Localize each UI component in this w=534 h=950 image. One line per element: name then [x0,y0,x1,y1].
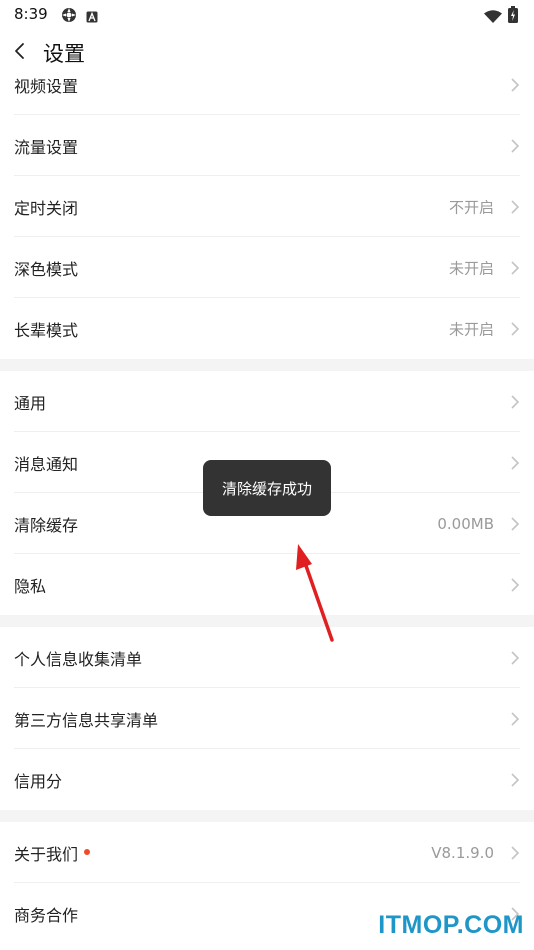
chevron-right-icon [510,260,520,276]
status-bar: 8:39 [0,0,534,30]
settings-row-credit-score[interactable]: 信用分 [0,749,534,810]
row-label: 消息通知 [14,454,79,474]
row-label: 商务合作 [14,905,79,925]
section-gap [0,359,534,371]
settings-row-general[interactable]: 通用 [0,371,534,432]
settings-like-icon [60,7,78,27]
row-label: 信用分 [14,771,63,791]
annotation-arrow-icon [290,542,340,648]
row-label: 隐私 [14,576,47,596]
chevron-right-icon [510,711,520,727]
chevron-right-icon [510,455,520,471]
row-label: 定时关闭 [14,198,79,218]
row-value: 未开启 [448,259,494,277]
version-value: V8.1.9.0 [431,843,494,862]
chevron-right-icon [510,650,520,666]
cache-size: 0.00MB [437,514,494,533]
row-label: 长辈模式 [14,320,79,340]
red-dot-badge [84,849,91,855]
settings-row-video[interactable]: 视频设置 [0,55,534,115]
toast-message: 清除缓存成功 [203,460,331,516]
row-label: 深色模式 [14,259,79,279]
settings-row-privacy[interactable]: 隐私 [0,554,534,615]
chevron-right-icon [510,199,520,215]
chevron-right-icon [510,577,520,593]
settings-row-personal-info-list[interactable]: 个人信息收集清单 [0,627,534,688]
settings-row-elder-mode[interactable]: 长辈模式 未开启 [0,298,534,359]
about-label: 关于我们 [14,844,79,864]
row-label: 通用 [14,393,47,413]
chevron-right-icon [510,138,520,154]
status-time: 8:39 [14,5,48,23]
settings-row-timer[interactable]: 定时关闭 不开启 [0,176,534,237]
section-gap [0,615,534,627]
row-value: 未开启 [448,320,494,338]
row-label: 流量设置 [14,137,79,157]
a-letter-icon [86,8,98,27]
settings-row-dark-mode[interactable]: 深色模式 未开启 [0,237,534,298]
chevron-right-icon [510,845,520,861]
chevron-right-icon [510,77,520,93]
chevron-right-icon [510,772,520,788]
chevron-right-icon [510,516,520,532]
settings-row-third-party-sharing[interactable]: 第三方信息共享清单 [0,688,534,749]
row-label: 关于我们 [14,841,91,865]
row-label: 清除缓存 [14,515,79,535]
chevron-right-icon [510,394,520,410]
battery-icon [508,6,518,27]
row-label: 视频设置 [14,77,79,96]
section-gap [0,810,534,822]
chevron-right-icon [510,321,520,337]
row-value: 不开启 [448,198,494,216]
settings-row-traffic[interactable]: 流量设置 [0,115,534,176]
row-label: 个人信息收集清单 [14,649,143,669]
watermark-logo: ITMOP.COM [378,911,524,939]
settings-row-about[interactable]: 关于我们 V8.1.9.0 [0,822,534,883]
toast-text: 清除缓存成功 [221,479,312,498]
wifi-icon [484,8,502,27]
row-label: 第三方信息共享清单 [14,710,159,730]
